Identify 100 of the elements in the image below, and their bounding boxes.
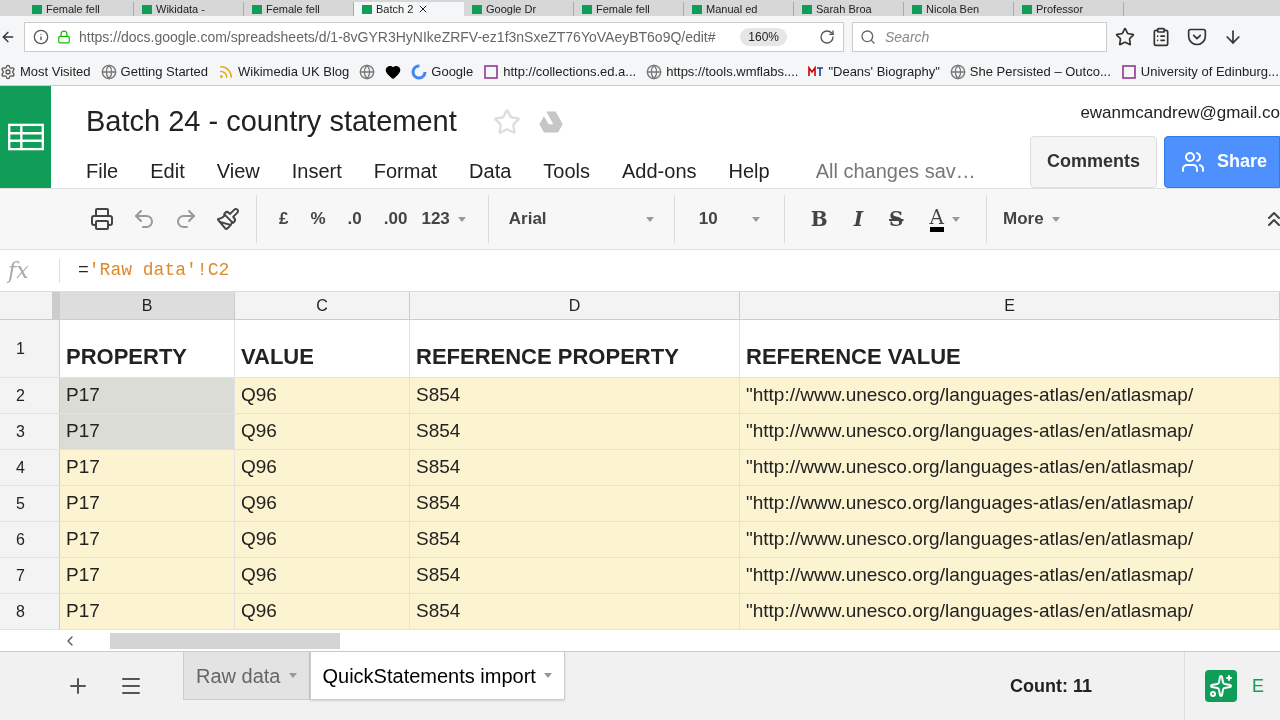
menu-item[interactable]: Help [712, 155, 786, 186]
back-icon[interactable] [0, 29, 16, 45]
scrollbar-thumb[interactable] [110, 632, 340, 649]
bookmark[interactable]: She Persisted – Outco... [949, 61, 1111, 82]
explore-icon[interactable] [1205, 670, 1237, 702]
row-header[interactable]: 6 [0, 522, 60, 557]
number-format-dropdown[interactable]: 123 [421, 206, 466, 232]
table-cell: Q96 [235, 378, 410, 413]
redo-icon[interactable] [174, 207, 198, 231]
percent-button[interactable]: % [310, 206, 326, 232]
save-status: All changes sav… [815, 158, 976, 184]
print-icon[interactable] [90, 207, 114, 231]
table-cell: "http://www.unesco.org/languages-atlas/en/atlasmap/ [740, 450, 1280, 485]
rss-icon [218, 63, 235, 80]
column-header[interactable]: E [740, 292, 1280, 319]
table-cell: S854 [410, 522, 740, 557]
menu-item[interactable]: Format [357, 155, 454, 186]
column-header[interactable]: B [60, 292, 235, 319]
bookmark[interactable]: https://tools.wmflabs.... [646, 61, 799, 82]
menu-item[interactable]: Add-ons [606, 155, 713, 186]
table-cell: P17 [60, 414, 235, 449]
caret-icon [1051, 216, 1060, 222]
caret-icon [951, 216, 960, 222]
table-cell: S854 [410, 450, 740, 485]
menu-item[interactable]: Data [453, 155, 528, 186]
account-email[interactable]: ewanmcandrew@gmail.co [1080, 100, 1280, 126]
menu-item[interactable]: View [200, 155, 276, 186]
bookmark[interactable]: Most Visited [0, 61, 91, 82]
caret-icon [751, 216, 760, 222]
reader-icon[interactable] [1151, 27, 1171, 47]
text-color-button[interactable]: A [929, 206, 960, 232]
menu-item[interactable]: Edit [134, 155, 201, 186]
table-cell: P17 [60, 378, 235, 413]
bookmark[interactable]: Getting Started [100, 61, 209, 82]
bookmark[interactable]: University of Edinburg... [1120, 61, 1279, 82]
table-cell: "http://www.unesco.org/languages-atlas/en/atlasmap/ [740, 378, 1280, 413]
sheet-favicon [32, 4, 42, 14]
row-header[interactable]: 7 [0, 558, 60, 593]
bookmark[interactable]: "Deans' Biography" [808, 61, 940, 82]
bookmark[interactable]: http://collections.ed.a... [483, 61, 637, 82]
italic-button[interactable]: I [853, 204, 864, 234]
sheet-favicon [472, 4, 482, 14]
reload-icon[interactable] [819, 29, 835, 45]
paint-format-icon[interactable] [216, 207, 240, 231]
sheet-favicon [692, 4, 702, 14]
table-cell: P17 [60, 594, 235, 629]
row-header[interactable]: 1 [0, 320, 60, 377]
increase-decimal-button[interactable]: .00 [383, 206, 408, 232]
search-field[interactable]: Search [852, 22, 1107, 52]
sheets-logo-icon[interactable] [0, 86, 51, 188]
globe-icon [359, 63, 376, 80]
sheet-tab[interactable]: QuickStatements import [309, 652, 565, 700]
menu-item[interactable]: Insert [275, 155, 358, 186]
table-cell: S854 [410, 414, 740, 449]
info-icon [33, 29, 49, 45]
crest-icon [1120, 63, 1137, 80]
globe-icon [100, 63, 117, 80]
decrease-decimal-button[interactable]: .0 [347, 206, 362, 232]
search-icon [860, 29, 876, 45]
menu-item[interactable]: Tools [527, 155, 607, 186]
undo-icon[interactable] [132, 207, 156, 231]
comments-button[interactable]: Comments [1029, 135, 1157, 188]
table-cell: P17 [60, 558, 235, 593]
more-button[interactable]: More [986, 206, 1076, 232]
formula-field[interactable]: ='Raw data'!C2 [60, 257, 230, 284]
strikethrough-button[interactable]: S [889, 204, 904, 234]
table-cell: P17 [60, 486, 235, 521]
sheet-favicon [802, 4, 812, 14]
star-icon[interactable] [492, 107, 521, 136]
sheet-favicon [582, 4, 592, 14]
sheet-tab[interactable]: Raw data [183, 652, 310, 700]
row-header[interactable]: 5 [0, 486, 60, 521]
g-logo-icon [411, 63, 428, 80]
row-header[interactable]: 3 [0, 414, 60, 449]
zoom-level[interactable]: 160% [740, 28, 787, 46]
table-cell: Q96 [235, 450, 410, 485]
browser-tab[interactable]: Batch 2 [354, 2, 464, 16]
caret-icon [457, 216, 466, 222]
row-header[interactable]: 2 [0, 378, 60, 413]
table-cell: "http://www.unesco.org/languages-atlas/en/atlasmap/ [740, 486, 1280, 521]
bookmark[interactable]: Google [411, 61, 474, 82]
table-cell: S854 [410, 594, 740, 629]
row-header[interactable]: 4 [0, 450, 60, 485]
font-dropdown[interactable]: Arial [488, 195, 675, 243]
table-cell: "http://www.unesco.org/languages-atlas/en/atlasmap/ [740, 594, 1280, 629]
table-cell: Q96 [235, 522, 410, 557]
table-cell: "http://www.unesco.org/languages-atlas/en/atlasmap/ [740, 414, 1280, 449]
currency-button[interactable]: £ [279, 206, 289, 232]
row-header[interactable]: 8 [0, 594, 60, 629]
bold-button[interactable]: B [810, 204, 828, 234]
pocket-icon[interactable] [1187, 27, 1207, 47]
menu-item[interactable]: File [86, 155, 135, 186]
address-field[interactable]: https://docs.google.com/spreadsheets/d/1-8vGYR3HyNIkeZRFV-ez1f3nSxeZT76YoVAeyBT6o9Q/edit# 160% [24, 22, 844, 52]
star-icon[interactable] [1115, 27, 1135, 47]
column-header[interactable]: D [410, 292, 740, 319]
table-cell: Q96 [235, 594, 410, 629]
font-size-dropdown[interactable]: 10 [674, 195, 785, 243]
document-title[interactable]: Batch 24 - country statement [86, 100, 457, 144]
bookmark[interactable]: Wikimedia UK Blog [218, 61, 350, 82]
column-header[interactable]: C [235, 292, 410, 319]
